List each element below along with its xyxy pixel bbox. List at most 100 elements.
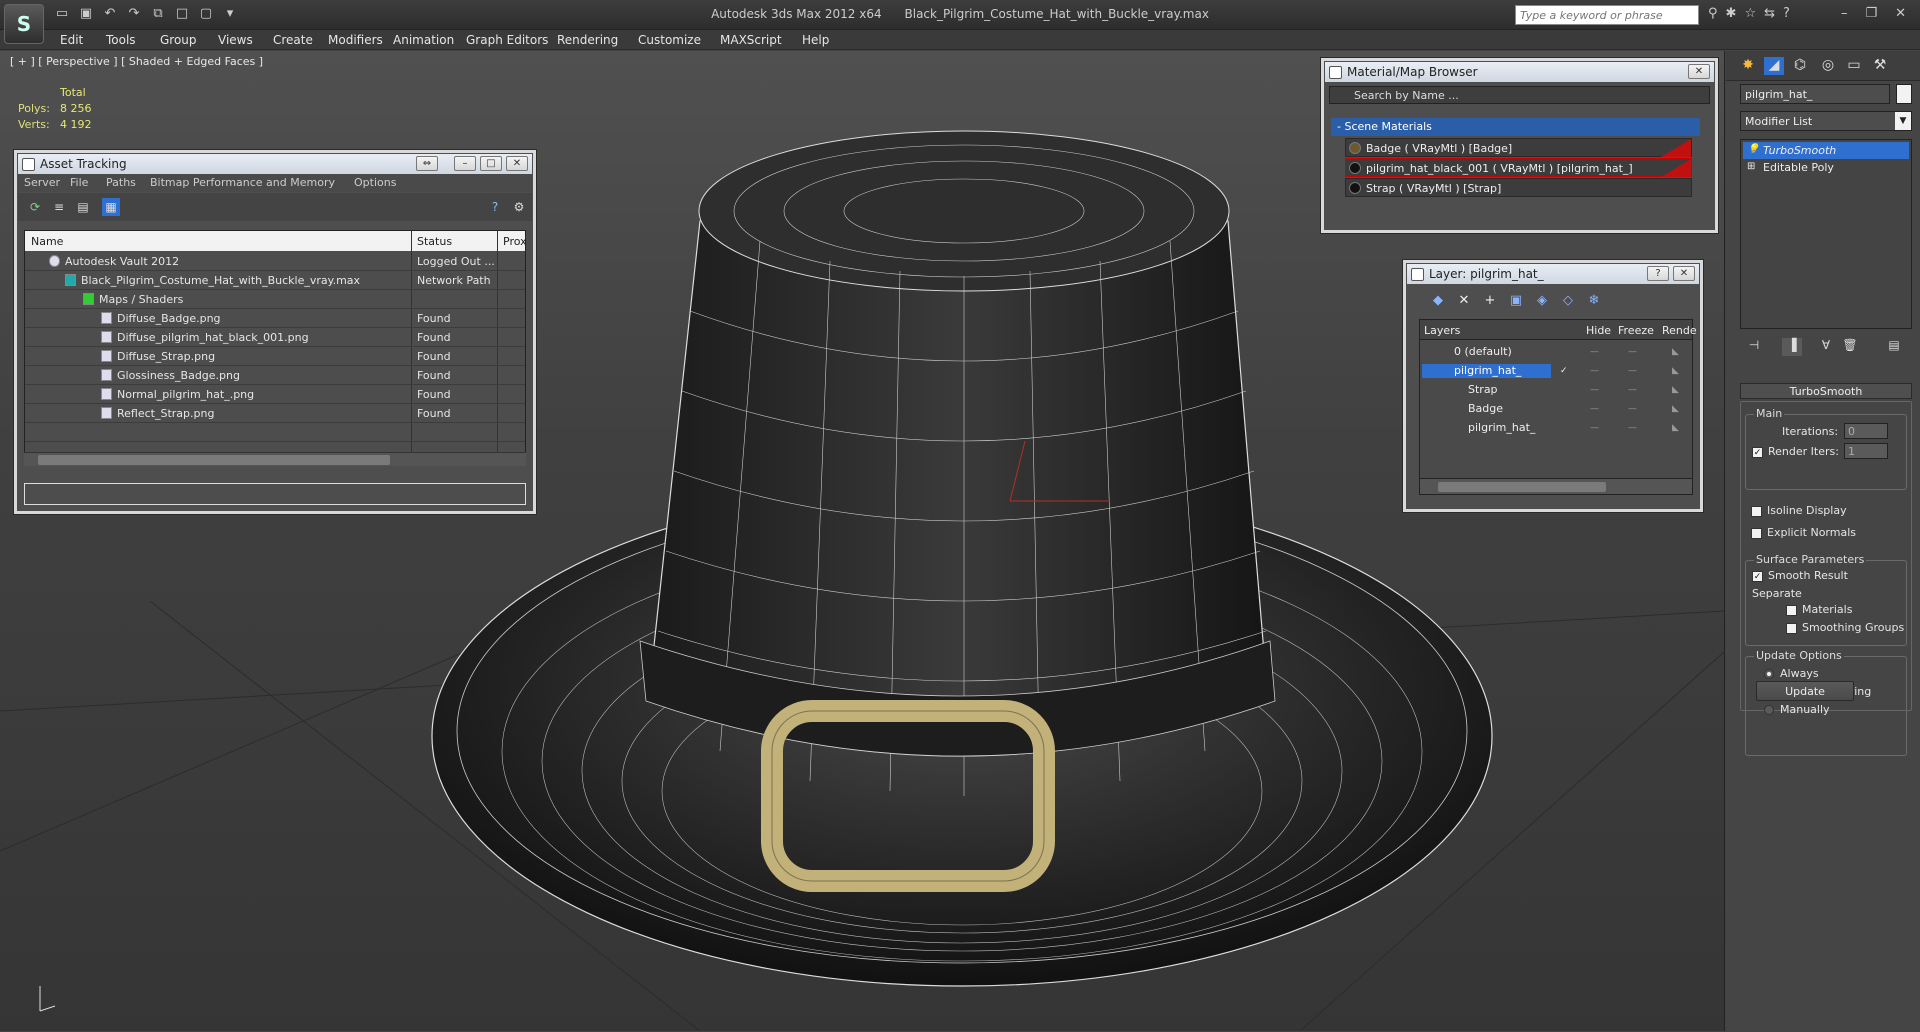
- undo-icon[interactable]: ↶: [102, 6, 118, 22]
- material-item-pilgrim-hat[interactable]: pilgrim_hat_black_001 ( VRayMtl ) [pilgr…: [1345, 158, 1692, 177]
- explicit-normals-checkbox[interactable]: [1751, 528, 1762, 539]
- table-row[interactable]: Black_Pilgrim_Costume_Hat_with_Buckle_vr…: [25, 271, 525, 290]
- close-icon[interactable]: ✕: [1688, 64, 1710, 79]
- create-layer-icon[interactable]: ◆: [1429, 293, 1447, 308]
- close-icon[interactable]: ✕: [1673, 266, 1695, 281]
- project-folder-icon[interactable]: ▢: [198, 6, 214, 22]
- add-to-layer-icon[interactable]: +: [1481, 293, 1499, 308]
- minimize-icon[interactable]: –: [1841, 6, 1848, 21]
- expand-icon[interactable]: ⊞: [1747, 161, 1755, 172]
- close-icon[interactable]: ✕: [1895, 6, 1906, 21]
- column-render[interactable]: Rende: [1662, 324, 1697, 337]
- layer-row-pilgrim-hat[interactable]: pilgrim_hat_ ✓ — — ◣: [1420, 361, 1692, 380]
- column-layers[interactable]: Layers: [1424, 324, 1460, 337]
- table-row[interactable]: Diffuse_pilgrim_hat_black_001.png Found: [25, 328, 525, 347]
- modifier-list-dropdown[interactable]: Modifier List ▼: [1740, 111, 1912, 131]
- menu-modifiers[interactable]: Modifiers: [328, 33, 383, 47]
- motion-tab-icon[interactable]: ◎: [1818, 57, 1838, 75]
- scroll-thumb[interactable]: [38, 455, 390, 465]
- column-proxy[interactable]: Prox: [503, 235, 525, 248]
- tools-icon[interactable]: ✱: [1726, 6, 1737, 21]
- show-end-result-icon[interactable]: ▐: [1782, 338, 1802, 356]
- highlight-layer-icon[interactable]: ◈: [1533, 293, 1551, 308]
- select-objects-icon[interactable]: ▣: [1507, 293, 1525, 308]
- asset-menu-server[interactable]: Server: [24, 176, 60, 189]
- maximize-icon[interactable]: □: [480, 156, 502, 171]
- material-item-badge[interactable]: Badge ( VRayMtl ) [Badge]: [1345, 138, 1692, 157]
- column-status[interactable]: Status: [417, 235, 452, 248]
- separate-smoothing-groups-checkbox[interactable]: [1786, 623, 1797, 634]
- asset-tracking-titlebar[interactable]: Asset Tracking ⇔ – □ ✕: [18, 154, 532, 174]
- column-hide[interactable]: Hide: [1586, 324, 1611, 337]
- menu-edit[interactable]: Edit: [60, 33, 83, 47]
- help-search-input[interactable]: [1515, 5, 1699, 25]
- asset-menu-options[interactable]: Options: [354, 176, 396, 189]
- close-icon[interactable]: ✕: [506, 156, 528, 171]
- update-always-radio[interactable]: [1764, 669, 1774, 679]
- viewport-label[interactable]: [ + ] [ Perspective ] [ Shaded + Edged F…: [10, 55, 263, 68]
- table-view-icon[interactable]: ▦: [102, 198, 120, 216]
- menu-create[interactable]: Create: [273, 33, 313, 47]
- smooth-result-checkbox[interactable]: ✓: [1752, 571, 1763, 582]
- render-iters-spinner[interactable]: 1: [1844, 443, 1888, 459]
- column-name[interactable]: Name: [31, 235, 63, 248]
- help-icon[interactable]: ?: [1647, 266, 1669, 281]
- exchange-icon[interactable]: ⇆: [1764, 6, 1775, 21]
- scene-materials-group[interactable]: - Scene Materials: [1331, 118, 1700, 136]
- update-manually-radio[interactable]: [1764, 705, 1774, 715]
- delete-layer-icon[interactable]: ✕: [1455, 293, 1473, 308]
- refresh-icon[interactable]: ⟳: [26, 198, 44, 216]
- stack-item-editable-poly[interactable]: ⊞ Editable Poly: [1743, 159, 1909, 176]
- utilities-tab-icon[interactable]: ⚒: [1870, 57, 1890, 75]
- asset-menu-paths[interactable]: Paths: [106, 176, 136, 189]
- application-menu-button[interactable]: S: [4, 4, 44, 44]
- help-icon[interactable]: ?: [1783, 6, 1790, 21]
- pin-stack-icon[interactable]: ⊣: [1744, 338, 1764, 356]
- table-row[interactable]: Autodesk Vault 2012 Logged Out ...: [25, 252, 525, 271]
- layer-object-strap[interactable]: Strap — — ◣: [1420, 380, 1692, 399]
- settings-icon[interactable]: ⚙: [510, 198, 528, 216]
- display-tab-icon[interactable]: ▭: [1844, 57, 1864, 75]
- column-freeze[interactable]: Freeze: [1618, 324, 1654, 337]
- configure-sets-icon[interactable]: ▤: [1884, 338, 1904, 356]
- binoculars-icon[interactable]: ⚲: [1708, 6, 1718, 21]
- object-color-swatch[interactable]: [1896, 84, 1912, 104]
- table-row[interactable]: Maps / Shaders: [25, 290, 525, 309]
- minimize-icon[interactable]: –: [454, 156, 476, 171]
- save-file-icon[interactable]: ▣: [78, 6, 94, 22]
- create-tab-icon[interactable]: ✸: [1738, 57, 1758, 75]
- menu-views[interactable]: Views: [218, 33, 253, 47]
- layer-horizontal-scrollbar[interactable]: [1420, 478, 1692, 494]
- table-row[interactable]: Reflect_Strap.png Found: [25, 404, 525, 423]
- separate-materials-checkbox[interactable]: [1786, 605, 1797, 616]
- object-name-field[interactable]: pilgrim_hat_: [1740, 84, 1890, 104]
- material-item-strap[interactable]: Strap ( VRayMtl ) [Strap]: [1345, 178, 1692, 197]
- star-icon[interactable]: ☆: [1744, 6, 1756, 21]
- table-row[interactable]: Normal_pilgrim_hat_.png Found: [25, 385, 525, 404]
- dock-icon[interactable]: ⇔: [416, 156, 438, 171]
- table-row[interactable]: Glossiness_Badge.png Found: [25, 366, 525, 385]
- dropdown-arrow-icon[interactable]: ▾: [222, 6, 238, 22]
- update-button[interactable]: Update: [1756, 681, 1854, 701]
- scroll-thumb[interactable]: [1438, 482, 1606, 492]
- menu-maxscript[interactable]: MAXScript: [720, 33, 782, 47]
- material-browser-titlebar[interactable]: Material/Map Browser ✕: [1325, 62, 1714, 82]
- tree-view-icon[interactable]: ▤: [74, 198, 92, 216]
- remove-modifier-icon[interactable]: 🗑: [1840, 338, 1860, 356]
- new-scene-icon[interactable]: □: [174, 6, 190, 22]
- menu-animation[interactable]: Animation: [393, 33, 454, 47]
- hold-icon[interactable]: ⧉: [150, 6, 166, 22]
- asset-menu-bitmap-performance[interactable]: Bitmap Performance and Memory: [150, 176, 335, 189]
- isoline-display-checkbox[interactable]: [1751, 506, 1762, 517]
- table-row[interactable]: Diffuse_Strap.png Found: [25, 347, 525, 366]
- hierarchy-tab-icon[interactable]: ⌬: [1790, 57, 1810, 75]
- menu-tools[interactable]: Tools: [106, 33, 136, 47]
- redo-icon[interactable]: ↷: [126, 6, 142, 22]
- list-view-icon[interactable]: ≡: [50, 198, 68, 216]
- modify-tab-icon[interactable]: ◢: [1764, 57, 1784, 75]
- asset-menu-file[interactable]: File: [70, 176, 88, 189]
- lightbulb-icon[interactable]: 💡: [1747, 144, 1759, 155]
- restore-icon[interactable]: ❐: [1865, 6, 1877, 21]
- open-file-icon[interactable]: ▭: [54, 6, 70, 22]
- stack-item-turbosmooth[interactable]: 💡 TurboSmooth: [1743, 142, 1909, 159]
